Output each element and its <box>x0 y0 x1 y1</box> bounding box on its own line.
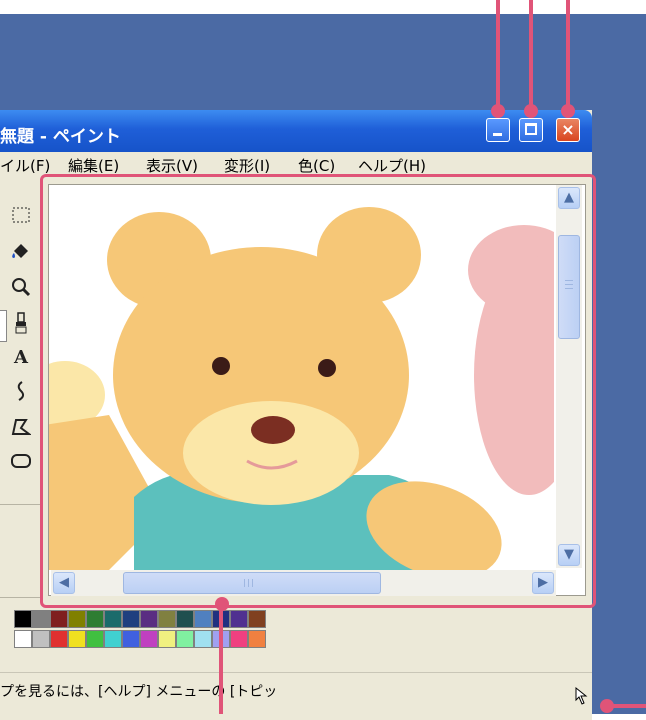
color-swatch[interactable] <box>230 610 248 628</box>
menu-view[interactable]: 表示(V) <box>146 155 198 176</box>
callout-frame-scrollbars <box>40 174 596 608</box>
color-swatch[interactable] <box>104 630 122 648</box>
menu-image[interactable]: 変形(I) <box>224 155 270 176</box>
text-icon[interactable]: A <box>6 342 36 372</box>
minimize-button[interactable] <box>486 118 510 142</box>
color-swatch[interactable] <box>50 630 68 648</box>
color-swatch[interactable] <box>176 610 194 628</box>
menu-colors[interactable]: 色(C) <box>298 155 335 176</box>
color-swatch[interactable] <box>194 630 212 648</box>
menu-bar: イル(F) 編集(E) 表示(V) 変形(I) 色(C) ヘルプ(H) <box>0 152 592 176</box>
color-swatch[interactable] <box>140 630 158 648</box>
color-swatch[interactable] <box>104 610 122 628</box>
color-swatch[interactable] <box>122 630 140 648</box>
status-bar: プを見るには、[ヘルプ] メニューの [トピッ <box>0 672 592 715</box>
title-bar[interactable]: 無題 - ペイント × <box>0 110 592 152</box>
color-swatch[interactable] <box>32 610 50 628</box>
callout-dot-maximize <box>524 104 538 118</box>
curve-icon[interactable] <box>6 376 36 406</box>
color-swatch[interactable] <box>176 630 194 648</box>
select-rect-icon[interactable] <box>6 200 36 230</box>
color-swatch[interactable] <box>86 610 104 628</box>
maximize-button[interactable] <box>519 118 543 142</box>
color-swatch[interactable] <box>68 610 86 628</box>
color-swatch[interactable] <box>14 630 32 648</box>
color-swatch[interactable] <box>140 610 158 628</box>
maximize-icon <box>525 123 537 135</box>
close-icon: × <box>561 120 575 139</box>
callout-line-resize <box>610 704 646 708</box>
color-swatch[interactable] <box>50 610 68 628</box>
color-swatch[interactable] <box>248 610 266 628</box>
color-swatch[interactable] <box>158 630 176 648</box>
minimize-icon <box>493 133 502 136</box>
resize-cursor-icon[interactable] <box>574 686 596 708</box>
color-swatch[interactable] <box>230 630 248 648</box>
polygon-icon[interactable] <box>6 412 36 442</box>
callout-line-close <box>566 0 570 110</box>
magnifier-icon[interactable] <box>6 272 36 302</box>
color-palette <box>0 608 360 654</box>
callout-line-maximize <box>529 0 533 110</box>
callout-dot-close <box>561 104 575 118</box>
tool-options-box[interactable] <box>0 504 41 598</box>
close-button[interactable]: × <box>556 118 580 142</box>
color-swatch[interactable] <box>248 630 266 648</box>
foreground-color-fragment <box>0 310 7 342</box>
menu-help[interactable]: ヘルプ(H) <box>358 155 426 176</box>
rounded-rect-icon[interactable] <box>6 446 36 476</box>
status-text: プを見るには、[ヘルプ] メニューの [トピッ <box>0 684 278 700</box>
menu-file[interactable]: イル(F) <box>0 155 50 176</box>
color-swatch[interactable] <box>68 630 86 648</box>
color-swatch[interactable] <box>194 610 212 628</box>
callout-line-scrollbar <box>219 604 223 714</box>
toolbox: A <box>0 176 44 598</box>
color-swatch[interactable] <box>32 630 50 648</box>
color-swatch[interactable] <box>122 610 140 628</box>
brush-icon[interactable] <box>6 308 36 338</box>
color-swatch[interactable] <box>86 630 104 648</box>
color-swatch[interactable] <box>14 610 32 628</box>
callout-dot-minimize <box>491 104 505 118</box>
menu-edit[interactable]: 編集(E) <box>68 155 119 176</box>
window-title: 無題 - ペイント <box>0 127 121 147</box>
fill-bucket-icon[interactable] <box>6 236 36 266</box>
callout-line-minimize <box>496 0 500 110</box>
color-swatch[interactable] <box>158 610 176 628</box>
